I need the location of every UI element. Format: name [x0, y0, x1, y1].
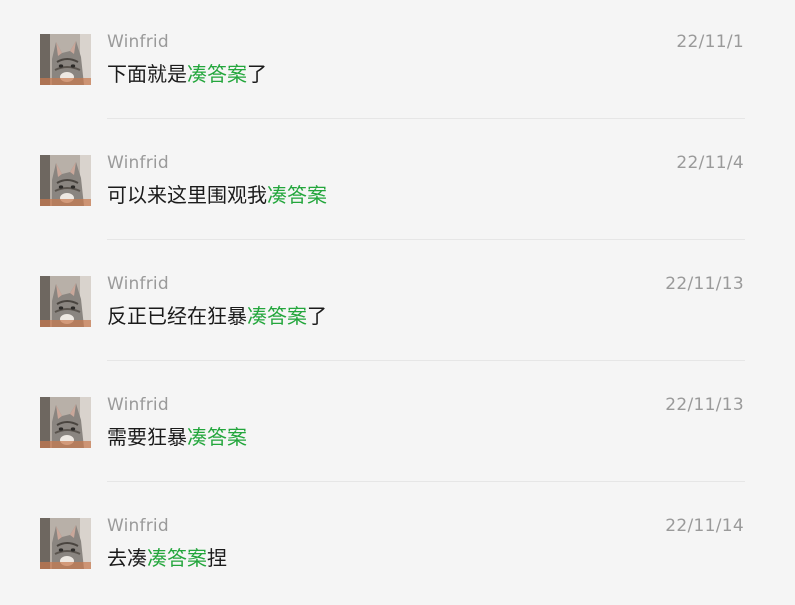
message-highlight: 凑答案 — [247, 304, 307, 328]
message-text-post: 捏 — [207, 546, 227, 570]
list-item[interactable]: Winfrid 22/11/4 可以来这里围观我凑答案 — [0, 121, 795, 242]
avatar-image — [40, 34, 91, 85]
message-highlight: 凑答案 — [147, 546, 207, 570]
sender-name: Winfrid — [107, 274, 169, 294]
list-item[interactable]: Winfrid 22/11/1 下面就是凑答案了 — [0, 0, 795, 121]
message-date: 22/11/13 — [665, 274, 744, 294]
message-text-pre: 下面就是 — [107, 62, 187, 86]
divider — [107, 481, 745, 482]
message-text: 反正已经在狂暴凑答案了 — [107, 303, 327, 329]
message-text-pre: 反正已经在狂暴 — [107, 304, 247, 328]
message-highlight: 凑答案 — [267, 183, 327, 207]
avatar-image — [40, 518, 91, 569]
message-highlight: 凑答案 — [187, 425, 247, 449]
message-text-pre: 需要狂暴 — [107, 425, 187, 449]
message-text: 下面就是凑答案了 — [107, 61, 267, 87]
avatar-image — [40, 155, 91, 206]
message-date: 22/11/1 — [676, 32, 744, 52]
message-text: 可以来这里围观我凑答案 — [107, 182, 327, 208]
message-text: 去凑凑答案捏 — [107, 545, 227, 571]
message-text-post: 了 — [247, 62, 267, 86]
message-date: 22/11/13 — [665, 395, 744, 415]
cat-avatar-icon[interactable] — [40, 155, 91, 206]
avatar-image — [40, 397, 91, 448]
cat-avatar-icon[interactable] — [40, 397, 91, 448]
list-item[interactable]: Winfrid 22/11/13 反正已经在狂暴凑答案了 — [0, 242, 795, 363]
message-text: 需要狂暴凑答案 — [107, 424, 247, 450]
list-item[interactable]: Winfrid 22/11/14 去凑凑答案捏 — [0, 484, 795, 605]
sender-name: Winfrid — [107, 395, 169, 415]
sender-name: Winfrid — [107, 516, 169, 536]
message-text-pre: 去凑 — [107, 546, 147, 570]
sender-name: Winfrid — [107, 153, 169, 173]
message-date: 22/11/14 — [665, 516, 744, 536]
message-list: Winfrid 22/11/1 下面就是凑答案了 Winfrid 22/11/4… — [0, 0, 795, 597]
cat-avatar-icon[interactable] — [40, 34, 91, 85]
cat-avatar-icon[interactable] — [40, 276, 91, 327]
message-highlight: 凑答案 — [187, 62, 247, 86]
message-date: 22/11/4 — [676, 153, 744, 173]
divider — [107, 239, 745, 240]
divider — [107, 118, 745, 119]
divider — [107, 360, 745, 361]
avatar-image — [40, 276, 91, 327]
cat-avatar-icon[interactable] — [40, 518, 91, 569]
list-item[interactable]: Winfrid 22/11/13 需要狂暴凑答案 — [0, 363, 795, 484]
sender-name: Winfrid — [107, 32, 169, 52]
message-text-pre: 可以来这里围观我 — [107, 183, 267, 207]
message-text-post: 了 — [307, 304, 327, 328]
